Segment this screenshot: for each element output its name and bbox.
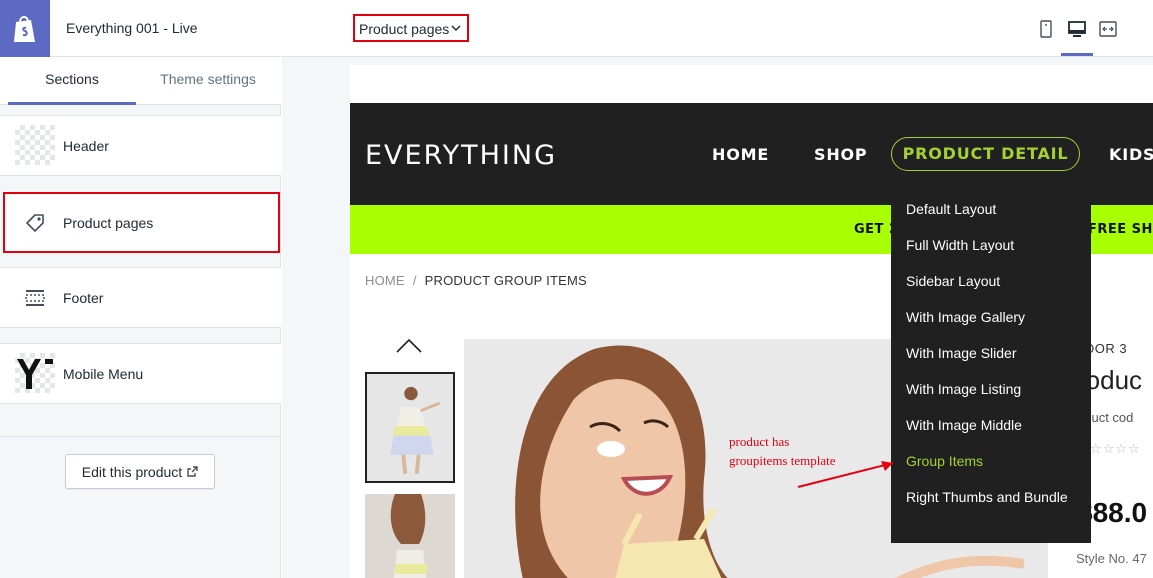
section-label-footer: Footer	[63, 290, 104, 306]
product-thumbnail-1[interactable]	[365, 372, 455, 483]
shopify-logo[interactable]	[0, 0, 50, 57]
editor-topbar: Product pages	[282, 0, 1153, 57]
edit-product-label: Edit this product	[81, 463, 183, 480]
edit-product-button[interactable]: Edit this product	[65, 454, 215, 489]
mobile-view-icon[interactable]	[1036, 18, 1056, 40]
section-item-footer[interactable]: Footer	[0, 267, 281, 328]
product-rating-stars[interactable]: ☆☆☆☆	[1090, 441, 1141, 457]
section-item-product-pages[interactable]: Product pages	[3, 192, 280, 253]
nav-shop[interactable]: SHOP	[814, 145, 867, 164]
section-item-header[interactable]: Header	[0, 115, 281, 176]
promo-text-right: FREE SHIP	[1088, 222, 1153, 237]
sidebar-tabs: Sections Theme settings	[0, 57, 281, 105]
nav-product-detail[interactable]: PRODUCT DETAIL	[891, 137, 1080, 171]
nav-home[interactable]: HOME	[712, 145, 769, 164]
product-style-number: Style No. 47	[1076, 551, 1147, 566]
tab-sections[interactable]: Sections	[8, 57, 136, 105]
nav-kids[interactable]: KIDS	[1109, 145, 1153, 164]
dropdown-item-image-middle[interactable]: With Image Middle	[906, 415, 1081, 435]
dropdown-item-full-width-layout[interactable]: Full Width Layout	[906, 235, 1081, 255]
section-label-mobile-menu: Mobile Menu	[63, 366, 144, 382]
external-link-icon	[187, 466, 198, 477]
fullscreen-view-icon[interactable]	[1098, 18, 1118, 40]
product-detail-dropdown: Default Layout Full Width Layout Sidebar…	[891, 190, 1091, 543]
dropdown-item-sidebar-layout[interactable]: Sidebar Layout	[906, 271, 1081, 291]
section-item-mobile-menu[interactable]: Mobile Menu	[0, 343, 281, 404]
dropdown-item-image-gallery[interactable]: With Image Gallery	[906, 307, 1081, 327]
sidebar-divider	[0, 436, 281, 437]
shopify-bag-icon	[14, 15, 35, 42]
dropdown-item-right-thumbs-bundle[interactable]: Right Thumbs and Bundle	[906, 487, 1081, 507]
mobile-menu-logo	[17, 359, 53, 389]
product-thumbnail-2[interactable]	[365, 494, 455, 578]
dropdown-item-image-slider[interactable]: With Image Slider	[906, 343, 1081, 363]
chevron-up-icon[interactable]	[396, 339, 422, 353]
mobile-menu-thumbnail	[15, 353, 55, 393]
store-title: Everything 001 - Live	[66, 20, 198, 36]
page-type-select[interactable]: Product pages	[353, 14, 469, 42]
desktop-view-icon[interactable]	[1067, 18, 1087, 40]
breadcrumb-home[interactable]: HOME	[365, 273, 405, 288]
product-thumbnail-image	[367, 374, 453, 481]
tab-theme-settings[interactable]: Theme settings	[140, 57, 276, 105]
breadcrumb-separator: /	[412, 273, 417, 288]
site-brand[interactable]: EVERYTHING	[365, 140, 557, 171]
page-type-value: Product pages	[359, 21, 450, 37]
dropdown-item-group-items[interactable]: Group Items	[906, 451, 1081, 471]
section-label-product-pages: Product pages	[63, 215, 154, 231]
dropdown-item-image-listing[interactable]: With Image Listing	[906, 379, 1081, 399]
chevron-down-icon	[451, 25, 461, 32]
section-label-header: Header	[63, 138, 109, 154]
annotation-arrow	[797, 461, 894, 488]
breadcrumb-current: PRODUCT GROUP ITEMS	[424, 273, 587, 288]
tag-icon	[26, 214, 44, 232]
sidebar: Everything 001 - Live Sections Theme set…	[0, 0, 281, 578]
footer-layout-icon	[25, 290, 45, 306]
view-active-indicator	[1061, 53, 1093, 56]
dropdown-item-default-layout[interactable]: Default Layout	[906, 199, 1081, 219]
sidebar-header: Everything 001 - Live	[0, 0, 281, 57]
annotation-line-1: product has	[729, 434, 790, 449]
product-thumbnail-image	[365, 494, 455, 578]
breadcrumb: HOME / PRODUCT GROUP ITEMS	[365, 273, 587, 288]
header-thumbnail	[15, 125, 55, 165]
